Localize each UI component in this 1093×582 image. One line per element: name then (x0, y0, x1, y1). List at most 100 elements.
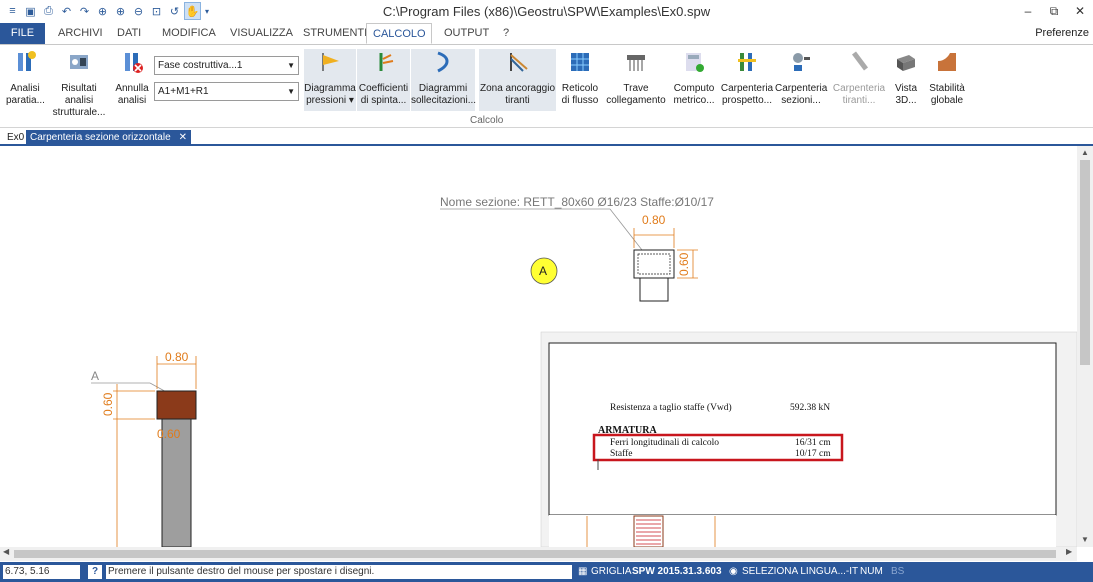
risultati-analisi-button[interactable]: Risultati analisi strutturale... (46, 49, 112, 119)
doc-tab-ex0[interactable]: Ex0 (3, 130, 28, 145)
vertical-scroll-thumb[interactable] (1080, 160, 1090, 365)
calculator-icon (686, 53, 704, 72)
bs-indicator: BS (891, 566, 905, 577)
elevation-label-a: A (91, 369, 99, 383)
diagramma-label-1: Diagramma (304, 83, 356, 94)
analysis-run-icon (18, 51, 36, 71)
report-row3-label: Staffe (610, 448, 633, 459)
annulla-analisi-button[interactable]: Annulla analisi (113, 49, 151, 107)
select-language-button[interactable]: SELEZIONA LINGUA...-IT (742, 566, 858, 577)
sollecitazioni-label-1: Diagrammi (418, 83, 468, 94)
carp-tiranti-label-1: Carpenteria (832, 83, 886, 94)
close-button[interactable]: ✕ (1067, 0, 1093, 22)
zona-label-1: Zona ancoraggio (479, 83, 556, 94)
horizontal-scrollbar[interactable]: ◀ ▶ (0, 547, 1077, 561)
3d-view-icon (897, 55, 915, 71)
diagramma-pressioni-button[interactable]: Diagramma pressioni ▾ (304, 49, 356, 111)
section-name-label: Nome sezione: RETT_80x60 Ø16/23 Staffe:Ø… (440, 195, 714, 209)
carpenteria-sezioni-button[interactable]: Carpenteria sezioni... (775, 49, 827, 107)
tab-strumenti[interactable]: STRUMENTI (297, 23, 373, 44)
stabilita-label-1: Stabilità (929, 83, 965, 94)
report-row1-value: 592.38 kN (790, 403, 830, 413)
section-formwork-icon (793, 53, 810, 71)
stabilita-globale-button[interactable]: Stabilità globale (926, 49, 968, 107)
help-icon[interactable]: ? (88, 565, 102, 579)
risultati-label-2: strutturale... (52, 107, 106, 118)
title-bar: ≡ ▣ ⎙ ↶ ↷ ⊕ ⊕ ⊖ ⊡ ↺ ✋ ▾ C:\Program Files… (0, 0, 1093, 23)
tab-calcolo[interactable]: CALCOLO (366, 23, 432, 44)
cap-beam-section (156, 390, 197, 420)
close-icon[interactable]: ✕ (179, 132, 187, 143)
drawing-canvas[interactable]: Nome sezione: RETT_80x60 Ø16/23 Staffe:Ø… (0, 146, 1077, 547)
scroll-right-icon[interactable]: ▶ (1066, 547, 1072, 556)
results-icon (70, 55, 88, 69)
pressure-diagram-icon (322, 53, 339, 71)
coefficienti-spinta-button[interactable]: Coefficienti di spinta... (357, 49, 410, 111)
tab-modifica[interactable]: MODIFICA (156, 23, 222, 44)
window-title: C:\Program Files (x86)\Geostru\SPW\Examp… (382, 4, 711, 19)
connecting-beam-icon (627, 55, 645, 71)
coordinates-readout: 6.73, 5.16 (3, 565, 80, 579)
reticolo-label-2: di flusso (561, 95, 599, 106)
preferences-link[interactable]: Preferenze (1035, 27, 1089, 39)
minimize-button[interactable]: – (1015, 0, 1041, 22)
scroll-left-icon[interactable]: ◀ (3, 547, 9, 556)
combinazione-select[interactable]: A1+M1+R1 ▼ (154, 82, 299, 101)
diagrammi-sollecitazioni-button[interactable]: Diagrammi sollecitazioni... (411, 49, 477, 111)
grid-icon: ▦ (578, 566, 588, 577)
analisi-label-1: Analisi (10, 83, 40, 94)
coefficienti-label-1: Coefficienti (358, 83, 409, 94)
computo-metrico-button[interactable]: Computo metrico... (671, 49, 717, 107)
coefficienti-label-2: di spinta... (360, 95, 407, 106)
tab-file[interactable]: FILE (0, 23, 45, 44)
report-row2-value: 16/31 cm (795, 438, 831, 448)
anchor-zone-icon (509, 53, 528, 72)
fase-costruttiva-select[interactable]: Fase costruttiva...1 ▼ (154, 56, 299, 75)
diagramma-label-2: pressioni ▾ (306, 95, 354, 106)
sollecitazioni-label-2: sollecitazioni... (411, 95, 477, 106)
griglia-toggle[interactable]: GRIGLIA (591, 566, 632, 577)
dim-height-elev: 0.60 (101, 392, 115, 416)
zona-label-2: tiranti (505, 95, 530, 106)
tab-output[interactable]: OUTPUT (438, 23, 495, 44)
vertical-scrollbar[interactable]: ▲ ▼ (1077, 146, 1093, 547)
carp-prospetto-label-2: prospetto... (721, 95, 773, 106)
trave-label-1: Trave (623, 83, 649, 94)
status-message: Premere il pulsante destro del mouse per… (106, 565, 572, 579)
doc-tab-carpenteria-label: Carpenteria sezione orizzontale (30, 132, 171, 143)
scroll-up-icon[interactable]: ▲ (1077, 148, 1093, 157)
analisi-paratia-button[interactable]: Analisi paratia... (6, 49, 45, 107)
zona-ancoraggio-button[interactable]: Zona ancoraggio tiranti (479, 49, 556, 111)
tieback-formwork-icon (852, 51, 868, 71)
drawing-svg: Nome sezione: RETT_80x60 Ø16/23 Staffe:Ø… (91, 195, 1077, 547)
annulla-label-2: analisi (117, 95, 147, 106)
pile-below-rect (639, 277, 669, 302)
tab-dati[interactable]: DATI (111, 23, 147, 44)
trave-collegamento-button[interactable]: Trave collegamento (604, 49, 668, 107)
section-marker-a-label: A (539, 264, 547, 278)
stabilita-label-2: globale (930, 95, 964, 106)
report-row3-value: 10/17 cm (795, 449, 831, 459)
vista3d-label-1: Vista (894, 83, 918, 94)
horizontal-scroll-thumb[interactable] (14, 550, 1056, 558)
stirrup-rect (637, 253, 671, 275)
tab-archivi[interactable]: ARCHIVI (52, 23, 109, 44)
chevron-down-icon: ▼ (287, 87, 295, 96)
carp-sezioni-label-1: Carpenteria (775, 83, 828, 94)
carpenteria-prospetto-button[interactable]: Carpenteria prospetto... (720, 49, 774, 107)
restore-button[interactable]: ⧉ (1041, 0, 1067, 22)
doc-tab-carpenteria[interactable]: Carpenteria sezione orizzontale ✕ (26, 130, 192, 145)
cancel-analysis-icon (125, 53, 143, 73)
carpenteria-tiranti-button: Carpenteria tiranti... (831, 49, 887, 107)
reinforcement-preview (633, 515, 664, 547)
flow-net-icon (571, 53, 589, 71)
reticolo-flusso-button[interactable]: Reticolo di flusso (559, 49, 601, 107)
vista-3d-button[interactable]: Vista 3D... (891, 49, 921, 107)
ribbon-calcolo: Analisi paratia... Risultati analisi str… (0, 44, 1093, 128)
carp-prospetto-label-1: Carpenteria (720, 83, 774, 94)
scroll-down-icon[interactable]: ▼ (1077, 535, 1093, 544)
tab-help[interactable]: ? (497, 23, 515, 44)
num-lock-indicator: NUM (860, 566, 883, 577)
globe-icon: ◉ (729, 566, 738, 577)
tab-visualizza[interactable]: VISUALIZZA (224, 23, 299, 44)
